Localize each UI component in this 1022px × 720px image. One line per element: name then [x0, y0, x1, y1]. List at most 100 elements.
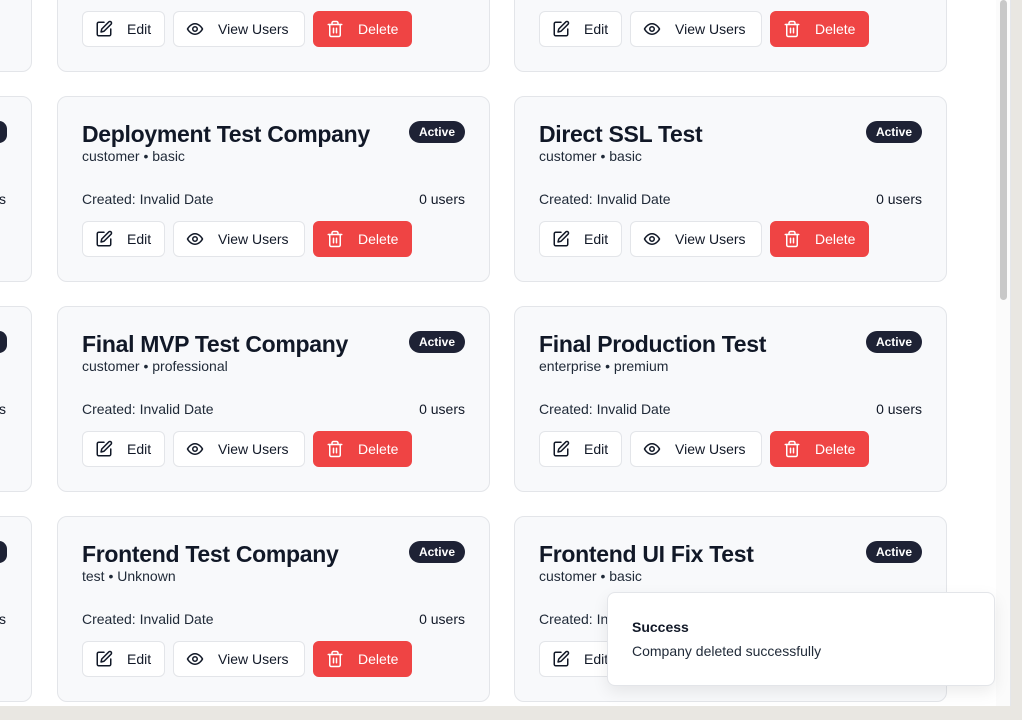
- delete-button[interactable]: Delete: [313, 221, 412, 257]
- view-users-label: View Users: [218, 651, 289, 667]
- created-date: Created: Invalid Date: [539, 191, 671, 207]
- edit-icon: [95, 230, 113, 248]
- delete-label: Delete: [815, 231, 856, 247]
- view-users-label: View Users: [218, 21, 289, 37]
- edit-label: Edit: [584, 651, 609, 667]
- delete-button[interactable]: Delete: [313, 11, 412, 47]
- card-actions: Edit View Users Delete: [82, 641, 412, 677]
- company-card: Direct SSL Test customer • basic Active …: [514, 96, 947, 282]
- company-name: Frontend UI Fix Test: [539, 541, 754, 567]
- company-name: Final MVP Test Company: [82, 331, 349, 357]
- eye-icon: [643, 230, 661, 248]
- edit-icon: [95, 440, 113, 458]
- company-card: Edit View Users Delete: [57, 0, 490, 72]
- edit-label: Edit: [127, 651, 152, 667]
- user-count: 0 users: [876, 401, 922, 417]
- trash-icon: [326, 20, 344, 38]
- view-users-button[interactable]: View Users: [630, 11, 762, 47]
- company-card: Final Production Test enterprise • premi…: [514, 306, 947, 492]
- delete-label: Delete: [358, 21, 399, 37]
- card-actions: Edit View Users Delete: [82, 431, 412, 467]
- company-name: Deployment Test Company: [82, 121, 370, 147]
- delete-button[interactable]: Delete: [770, 431, 869, 467]
- company-type-plan: customer • basic: [539, 568, 642, 584]
- created-date: Created: Invalid Date: [82, 611, 214, 627]
- delete-label: Delete: [358, 231, 399, 247]
- edit-button[interactable]: Edit: [82, 431, 165, 467]
- toast-description: Company deleted successfully: [632, 643, 822, 659]
- company-card: Deployment Test Company customer • basic…: [57, 96, 490, 282]
- user-count: s: [0, 191, 6, 207]
- status-badge: Active: [865, 541, 922, 563]
- edit-icon: [552, 650, 570, 668]
- edit-button[interactable]: Edit: [539, 221, 622, 257]
- status-badge: [0, 121, 7, 143]
- success-toast[interactable]: Success Company deleted successfully: [607, 592, 995, 686]
- view-users-button[interactable]: View Users: [173, 221, 305, 257]
- delete-button[interactable]: Delete: [770, 221, 869, 257]
- company-card: Frontend Test Company test • Unknown Act…: [57, 516, 490, 702]
- scrollbar-thumb[interactable]: [1000, 0, 1007, 300]
- card-actions: Edit View Users Delete: [539, 221, 869, 257]
- status-badge: Active: [865, 331, 922, 353]
- partial-company-card: s: [0, 306, 32, 492]
- edit-label: Edit: [584, 231, 609, 247]
- edit-button[interactable]: Edit: [539, 431, 622, 467]
- trash-icon: [326, 440, 344, 458]
- user-count: 0 users: [419, 401, 465, 417]
- delete-button[interactable]: Delete: [313, 641, 412, 677]
- delete-button[interactable]: Delete: [770, 11, 869, 47]
- eye-icon: [186, 650, 204, 668]
- company-type-plan: enterprise • premium: [539, 358, 669, 374]
- user-count: s: [0, 401, 6, 417]
- delete-label: Delete: [358, 651, 399, 667]
- view-users-button[interactable]: View Users: [173, 431, 305, 467]
- card-actions: Edit View Users Delete: [82, 221, 412, 257]
- created-date: Created: Invalid Date: [82, 191, 214, 207]
- edit-label: Edit: [127, 231, 152, 247]
- company-type-plan: customer • basic: [82, 148, 185, 164]
- edit-button[interactable]: Edit: [82, 221, 165, 257]
- company-type-plan: test • Unknown: [82, 568, 176, 584]
- delete-label: Delete: [358, 441, 399, 457]
- partial-company-card: s: [0, 516, 32, 702]
- card-actions: Edit View Users Delete: [82, 11, 412, 47]
- company-name: Frontend Test Company: [82, 541, 339, 567]
- created-date: Created: In: [539, 611, 609, 627]
- view-users-label: View Users: [675, 231, 746, 247]
- status-badge: Active: [408, 541, 465, 563]
- user-count: 0 users: [419, 191, 465, 207]
- company-card: Edit View Users Delete: [514, 0, 947, 72]
- view-users-button[interactable]: View Users: [630, 431, 762, 467]
- edit-icon: [552, 440, 570, 458]
- view-users-button[interactable]: View Users: [630, 221, 762, 257]
- edit-label: Edit: [584, 441, 609, 457]
- edit-icon: [552, 230, 570, 248]
- eye-icon: [643, 20, 661, 38]
- user-count: 0 users: [419, 611, 465, 627]
- trash-icon: [783, 440, 801, 458]
- eye-icon: [186, 440, 204, 458]
- eye-icon: [643, 440, 661, 458]
- status-badge: [0, 331, 7, 353]
- delete-label: Delete: [815, 21, 856, 37]
- trash-icon: [783, 230, 801, 248]
- user-count: 0 users: [876, 191, 922, 207]
- company-type-plan: customer • basic: [539, 148, 642, 164]
- edit-icon: [95, 20, 113, 38]
- eye-icon: [186, 20, 204, 38]
- company-type-plan: customer • professional: [82, 358, 228, 374]
- view-users-button[interactable]: View Users: [173, 11, 305, 47]
- edit-button[interactable]: Edit: [82, 641, 165, 677]
- status-badge: Active: [865, 121, 922, 143]
- view-users-label: View Users: [218, 231, 289, 247]
- edit-button[interactable]: Edit: [82, 11, 165, 47]
- company-name: Final Production Test: [539, 331, 767, 357]
- delete-button[interactable]: Delete: [313, 431, 412, 467]
- view-users-button[interactable]: View Users: [173, 641, 305, 677]
- edit-label: Edit: [584, 21, 609, 37]
- status-badge: Active: [408, 331, 465, 353]
- company-name: Direct SSL Test: [539, 121, 703, 147]
- toast-title: Success: [632, 619, 689, 635]
- edit-button[interactable]: Edit: [539, 11, 622, 47]
